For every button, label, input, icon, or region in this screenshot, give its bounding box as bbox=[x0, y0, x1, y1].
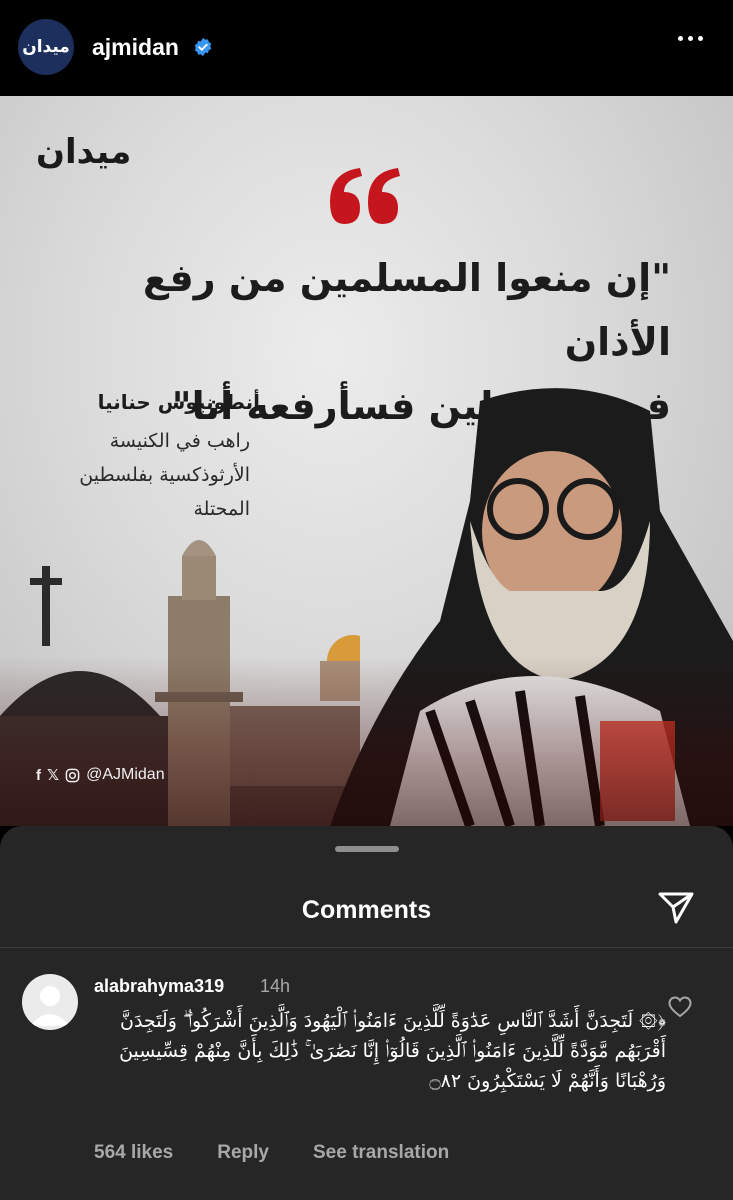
more-options-icon[interactable] bbox=[678, 36, 703, 41]
quote-mark-icon bbox=[330, 168, 400, 224]
brand-logo: ميدان bbox=[36, 132, 132, 172]
facebook-icon: f bbox=[36, 766, 41, 784]
like-heart-icon[interactable] bbox=[668, 996, 692, 1018]
social-handles: f 𝕏 @AJMidan bbox=[36, 766, 165, 784]
quote-line: "إن منعوا المسلمين من رفع الأذان bbox=[142, 256, 671, 364]
speaker-title: راهب في الكنيسة الأرثوذكسية بفلسطين المح… bbox=[40, 424, 250, 526]
instagram-icon bbox=[65, 768, 80, 782]
account-username[interactable]: ajmidan bbox=[92, 34, 179, 61]
account-avatar[interactable]: ميدان bbox=[18, 19, 74, 75]
see-translation-button[interactable]: See translation bbox=[313, 1142, 449, 1164]
verified-badge-icon bbox=[194, 37, 212, 57]
sheet-divider bbox=[0, 947, 733, 948]
default-avatar-icon bbox=[30, 986, 70, 1026]
reply-button[interactable]: Reply bbox=[217, 1142, 269, 1164]
post-image[interactable]: ميدان "إن منعوا المسلمين من رفع الأذان ف… bbox=[0, 96, 733, 826]
image-gradient bbox=[0, 656, 733, 826]
comment-timestamp: 14h bbox=[260, 976, 291, 996]
comments-title: Comments bbox=[301, 896, 432, 924]
share-icon[interactable] bbox=[656, 888, 696, 928]
comment-likes-count[interactable]: 564 likes bbox=[94, 1142, 173, 1164]
speaker-title-line: راهب في الكنيسة bbox=[109, 430, 250, 452]
social-handle-text: @AJMidan bbox=[86, 766, 165, 783]
post-header: ميدان ajmidan bbox=[0, 0, 733, 96]
commenter-avatar[interactable] bbox=[22, 974, 78, 1030]
speaker-title-line: الأرثوذكسية بفلسطين bbox=[79, 464, 250, 486]
comment-actions: 564 likes Reply See translation bbox=[94, 1142, 493, 1164]
comment-text: ﴿۞ لَتَجِدَنَّ أَشَدَّ ٱلنَّاسِ عَدَٰوَة… bbox=[119, 1010, 666, 1092]
x-icon: 𝕏 bbox=[47, 767, 60, 784]
comments-sheet: Comments alabrahyma319 14h ﴿۞ لَتَجِدَنَ… bbox=[0, 826, 733, 1200]
speaker-name: أنطونيوس حنانيا bbox=[97, 390, 260, 414]
commenter-username[interactable]: alabrahyma319 bbox=[94, 976, 224, 997]
sheet-drag-handle[interactable] bbox=[335, 846, 399, 852]
